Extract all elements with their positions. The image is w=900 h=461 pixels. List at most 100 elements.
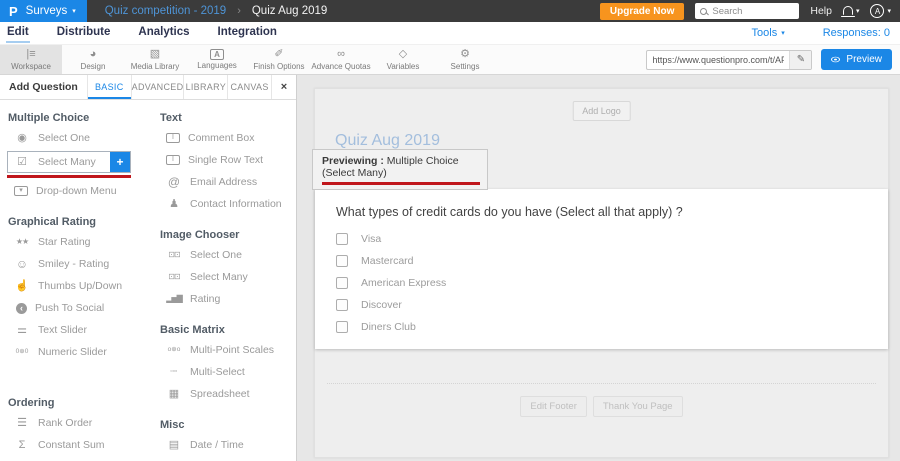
option-checkbox[interactable] bbox=[336, 233, 348, 245]
question-type-comment-box[interactable]: I Comment Box bbox=[150, 127, 296, 149]
tab-library[interactable]: LIBRARY bbox=[183, 75, 227, 99]
question-type-label: Single Row Text bbox=[188, 154, 263, 166]
dropdown-icon: ▾ bbox=[14, 186, 28, 196]
search-box[interactable] bbox=[695, 3, 799, 19]
numeric-slider-icon: 0⊕0 bbox=[14, 346, 30, 358]
share-icon: ‹ bbox=[16, 303, 27, 314]
upgrade-now-button[interactable]: Upgrade Now bbox=[600, 3, 684, 20]
close-panel-button[interactable]: × bbox=[271, 75, 296, 99]
option-row: Mastercard bbox=[336, 254, 868, 267]
at-sign-icon: @ bbox=[166, 176, 182, 188]
question-type-label: Date / Time bbox=[190, 439, 244, 451]
toolbar-item-media-library[interactable]: ▧ Media Library bbox=[124, 45, 186, 74]
toolbar-item-settings[interactable]: ⚙ Settings bbox=[434, 45, 496, 74]
option-label: Discover bbox=[361, 299, 402, 311]
question-type-label: Rating bbox=[190, 293, 220, 305]
question-type-label: Email Address bbox=[190, 176, 257, 188]
tab-canvas[interactable]: CANVAS bbox=[227, 75, 271, 99]
question-type-contact-information[interactable]: ♟ Contact Information bbox=[150, 193, 296, 215]
question-type-constant-sum[interactable]: Σ Constant Sum bbox=[0, 434, 150, 456]
option-row: Discover bbox=[336, 298, 868, 311]
multi-point-icon: o⊕o bbox=[166, 344, 182, 356]
search-input[interactable] bbox=[712, 6, 792, 17]
image-thumbnails-icon: ⊡⊡ bbox=[166, 249, 182, 261]
thank-you-page-button[interactable]: Thank You Page bbox=[593, 396, 683, 417]
question-type-select-one[interactable]: ◉ Select One bbox=[0, 127, 150, 149]
account-menu[interactable]: A ▾ bbox=[870, 4, 891, 18]
question-type-image-select-one[interactable]: ⊡⊡ Select One bbox=[150, 244, 296, 266]
surveys-menu-label: Surveys bbox=[26, 5, 68, 17]
add-logo-button[interactable]: Add Logo bbox=[572, 101, 631, 121]
question-type-push-to-social[interactable]: ‹ Push To Social bbox=[0, 297, 150, 319]
toolbar-item-finish-options[interactable]: ✐ Finish Options bbox=[248, 45, 310, 74]
comment-box-icon: I bbox=[166, 133, 180, 143]
survey-url-box: ✎ bbox=[646, 50, 812, 70]
option-checkbox[interactable] bbox=[336, 321, 348, 333]
question-type-label: Thumbs Up/Down bbox=[38, 280, 122, 292]
help-link[interactable]: Help bbox=[810, 5, 832, 17]
chevron-down-icon: ▾ bbox=[887, 8, 891, 15]
survey-url-input[interactable] bbox=[647, 55, 789, 65]
question-type-numeric-slider[interactable]: 0⊕0 Numeric Slider bbox=[0, 341, 150, 363]
question-type-label: Text Slider bbox=[38, 324, 87, 336]
toolbar-item-advance-quotas[interactable]: ∞ Advance Quotas bbox=[310, 45, 372, 74]
question-type-multi-select[interactable]: ▫▫▫ Multi-Select bbox=[150, 361, 296, 383]
tab-basic[interactable]: BASIC bbox=[87, 75, 131, 99]
question-type-captcha[interactable]: ab Captcha bbox=[150, 456, 296, 461]
toolbar-label: Variables bbox=[387, 62, 420, 71]
question-type-single-row-text[interactable]: I Single Row Text bbox=[150, 149, 296, 171]
question-type-image-rating[interactable]: ▂▅▇ Rating bbox=[150, 288, 296, 310]
question-type-drag-and-drop[interactable]: ↖ Drag and Drop bbox=[0, 456, 150, 461]
question-type-star-rating[interactable]: ★★ Star Rating bbox=[0, 231, 150, 253]
chevron-down-icon: ▾ bbox=[781, 30, 785, 37]
menu-item-integration[interactable]: Integration bbox=[217, 23, 278, 43]
question-type-select-many[interactable]: ☑ Select Many + bbox=[7, 151, 131, 173]
breadcrumb-parent-link[interactable]: Quiz competition - 2019 bbox=[105, 5, 226, 17]
brand-area: P Surveys ▾ bbox=[0, 0, 87, 22]
tools-menu[interactable]: Tools ▾ bbox=[752, 27, 785, 39]
option-checkbox[interactable] bbox=[336, 299, 348, 311]
toolbar-label: Finish Options bbox=[253, 62, 304, 71]
edit-url-button[interactable]: ✎ bbox=[789, 51, 811, 69]
option-checkbox[interactable] bbox=[336, 255, 348, 267]
option-row: American Express bbox=[336, 276, 868, 289]
question-type-rank-order[interactable]: ☰ Rank Order bbox=[0, 412, 150, 434]
option-checkbox[interactable] bbox=[336, 277, 348, 289]
breadcrumb: Quiz competition - 2019 › Quiz Aug 2019 bbox=[105, 5, 328, 17]
toolbar-label: Workspace bbox=[11, 62, 51, 71]
edit-footer-button[interactable]: Edit Footer bbox=[520, 396, 586, 417]
question-type-spreadsheet[interactable]: ▦ Spreadsheet bbox=[150, 383, 296, 405]
survey-card-footer: Edit Footer Thank You Page bbox=[315, 383, 888, 457]
responses-count-link[interactable]: Responses: 0 bbox=[823, 27, 890, 39]
question-type-text-slider[interactable]: ⚌ Text Slider bbox=[0, 319, 150, 341]
menu-item-distribute[interactable]: Distribute bbox=[56, 23, 112, 43]
surveys-menu[interactable]: Surveys ▾ bbox=[26, 5, 76, 17]
question-type-date-time[interactable]: ▤ Date / Time bbox=[150, 434, 296, 456]
breadcrumb-current: Quiz Aug 2019 bbox=[252, 5, 327, 17]
preview-button[interactable]: Preview bbox=[821, 49, 892, 70]
tab-advanced[interactable]: ADVANCED bbox=[131, 75, 184, 99]
add-question-type-button[interactable]: + bbox=[110, 152, 130, 172]
question-type-email-address[interactable]: @ Email Address bbox=[150, 171, 296, 193]
question-type-smiley-rating[interactable]: ☺ Smiley - Rating bbox=[0, 253, 150, 275]
toolbar-item-design[interactable]: ◕ Design bbox=[62, 45, 124, 74]
add-question-panel: Add Question BASIC ADVANCED LIBRARY CANV… bbox=[0, 75, 297, 461]
toolbar-item-languages[interactable]: A Languages bbox=[186, 45, 248, 74]
notifications-menu[interactable]: ▾ bbox=[843, 7, 860, 15]
question-type-multi-point-scales[interactable]: o⊕o Multi-Point Scales bbox=[150, 339, 296, 361]
toolbar-label: Languages bbox=[197, 61, 237, 70]
list-icon: ☰ bbox=[14, 417, 30, 429]
radio-stack-icon: ◉ bbox=[14, 132, 30, 144]
menu-item-edit[interactable]: Edit bbox=[6, 23, 30, 43]
survey-title: Quiz Aug 2019 bbox=[335, 132, 440, 150]
question-type-dropdown-menu[interactable]: ▾ Drop-down Menu bbox=[0, 180, 150, 202]
question-type-thumbs-up-down[interactable]: ☝ Thumbs Up/Down bbox=[0, 275, 150, 297]
menu-item-analytics[interactable]: Analytics bbox=[137, 23, 190, 43]
preview-button-label: Preview bbox=[846, 54, 882, 65]
translate-icon: A bbox=[210, 49, 224, 60]
questionpro-logo: P bbox=[9, 4, 18, 19]
toolbar-item-variables[interactable]: ◇ Variables bbox=[372, 45, 434, 74]
question-type-label: Smiley - Rating bbox=[38, 258, 109, 270]
question-type-image-select-many[interactable]: ⊡⊡ Select Many bbox=[150, 266, 296, 288]
toolbar-item-workspace[interactable]: |≡ Workspace bbox=[0, 45, 62, 74]
